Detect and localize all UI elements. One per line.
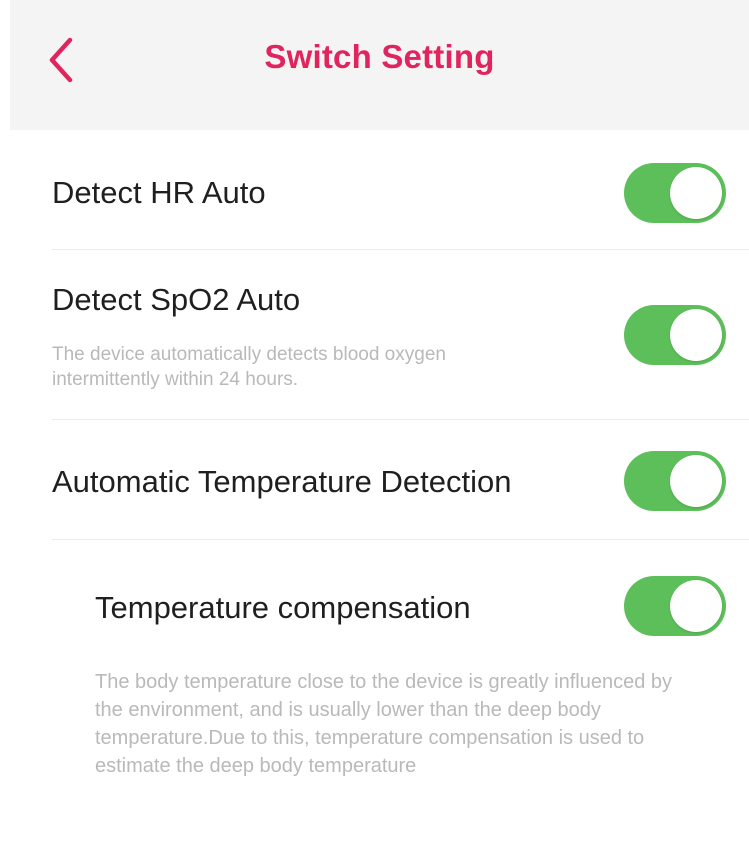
toggle-detect-hr[interactable]: [624, 163, 726, 223]
setting-row-temperature-compensation: Temperature compensation The body temper…: [0, 540, 749, 845]
toggle-knob: [670, 580, 722, 632]
toggle-knob: [670, 455, 722, 507]
toggle-knob: [670, 309, 722, 361]
setting-row-detect-hr: Detect HR Auto: [0, 130, 749, 250]
setting-description-temperature-compensation: The body temperature close to the device…: [95, 671, 672, 777]
toggle-detect-spo2[interactable]: [624, 305, 726, 365]
toggle-auto-temperature[interactable]: [624, 451, 726, 511]
nav-header: Switch Setting: [10, 0, 749, 130]
setting-label-detect-hr: Detect HR Auto: [52, 175, 266, 210]
setting-row-auto-temperature: Automatic Temperature Detection: [0, 420, 749, 540]
setting-row-detect-spo2: Detect SpO2 Auto The device automaticall…: [0, 250, 749, 420]
page-title: Switch Setting: [264, 38, 495, 75]
setting-description-detect-spo2: The device automatically detects blood o…: [52, 344, 446, 390]
setting-label-auto-temperature: Automatic Temperature Detection: [52, 464, 512, 499]
toggle-temperature-compensation[interactable]: [624, 576, 726, 636]
toggle-knob: [670, 167, 722, 219]
setting-label-detect-spo2: Detect SpO2 Auto: [52, 282, 301, 317]
setting-label-temperature-compensation: Temperature compensation: [95, 590, 471, 625]
